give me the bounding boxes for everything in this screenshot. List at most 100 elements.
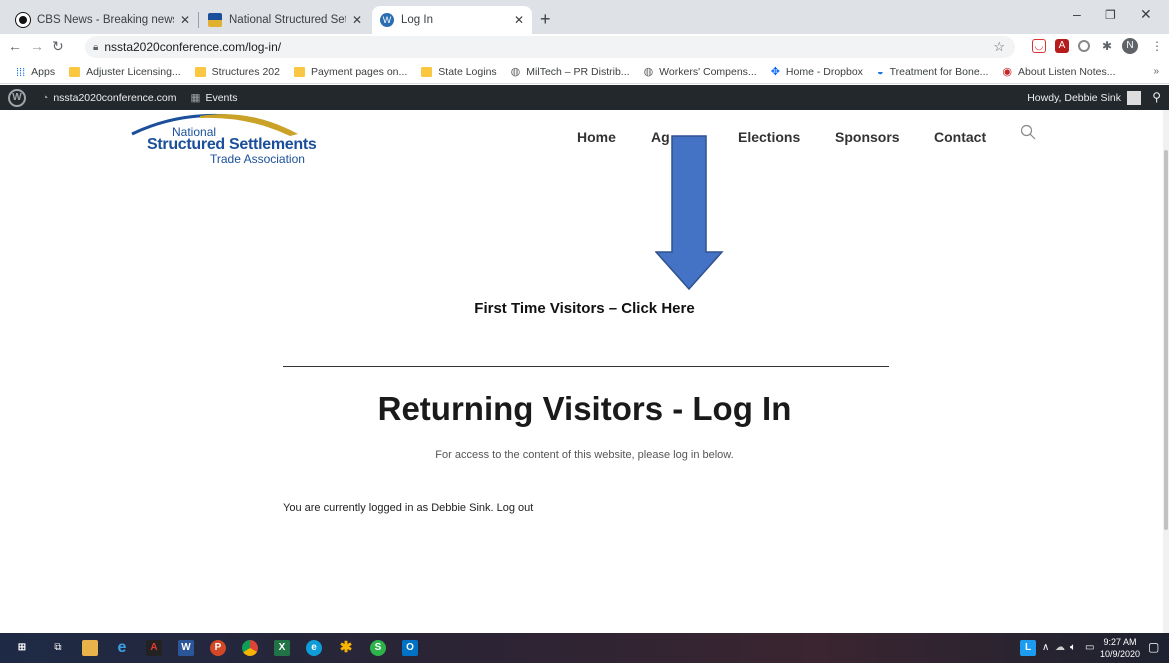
page-scrollbar[interactable] (1163, 110, 1169, 633)
calendar-icon: ▦ (190, 91, 201, 104)
nav-contact[interactable]: Contact (934, 129, 986, 145)
bookmark-label: About Listen Notes... (1018, 65, 1116, 78)
close-tab-icon[interactable]: ✕ (514, 13, 524, 27)
user-avatar (1127, 91, 1141, 105)
bookmark-state-logins[interactable]: State Logins (421, 66, 497, 78)
outlook-icon[interactable]: O (402, 640, 418, 656)
bookmarks-bar: ⁞⁞⁞ Apps Adjuster Licensing... Structures… (0, 60, 1169, 84)
search-magnifier-icon: ◉ (1002, 65, 1013, 78)
bookmark-label: Workers' Compens... (659, 65, 757, 78)
bookmark-label: Structures 202 (211, 65, 280, 78)
restore-icon[interactable]: ❐ (1105, 8, 1116, 22)
logout-link[interactable]: Log out (497, 502, 534, 514)
site-logo[interactable]: National Structured Settlements Trade As… (130, 112, 330, 172)
lock-icon: 🔒︎ (93, 41, 99, 53)
profile-avatar[interactable]: N (1122, 38, 1138, 54)
folder-icon (194, 66, 206, 77)
howdy-label: Howdy, Debbie Sink (1027, 92, 1121, 104)
clock-date: 10/9/2020 (1100, 649, 1141, 659)
windows-taskbar: ⊞ ⧉ e A W P X e ✱ S O L ∧ ☁ 🔈︎ ▭ 9:27 AM… (0, 633, 1169, 663)
internet-explorer-icon[interactable]: e (114, 640, 130, 656)
close-window-icon[interactable]: ✕ (1140, 6, 1152, 23)
admin-site-label: nssta2020conference.com (53, 91, 177, 104)
tab-cbs-news[interactable]: CBS News - Breaking news, 24/7 ✕ (8, 6, 198, 34)
logo-line-3: Trade Association (210, 152, 305, 166)
apps-grid-icon: ⁞⁞⁞ (16, 66, 26, 79)
tray-l-app-icon[interactable]: L (1020, 640, 1036, 656)
nav-search-icon[interactable] (1020, 124, 1036, 140)
chrome-icon[interactable] (242, 640, 258, 656)
bookmark-dropbox[interactable]: ✥ Home - Dropbox (771, 66, 863, 78)
close-tab-icon[interactable]: ✕ (180, 13, 190, 27)
windows-start-icon[interactable]: ⊞ (14, 640, 30, 656)
bookmark-listen-notes[interactable]: ◉ About Listen Notes... (1002, 66, 1115, 78)
tray-chevron-icon[interactable]: ∧ (1042, 642, 1049, 653)
globe-icon: ◍ (643, 65, 654, 78)
admin-events-link[interactable]: ▦ Events (191, 92, 238, 104)
folder-icon (69, 66, 81, 77)
logged-in-text: You are currently logged in as Debbie Si… (283, 502, 494, 514)
chrome-menu-icon[interactable]: ⋮ (1150, 39, 1164, 53)
first-time-visitors-link[interactable]: First Time Visitors – Click Here (0, 300, 1169, 317)
more-bookmarks-icon[interactable]: » (1153, 66, 1159, 77)
powerpoint-icon[interactable]: P (210, 640, 226, 656)
bookmark-apps[interactable]: ⁞⁞⁞ Apps (16, 65, 56, 79)
bookmark-structures-202[interactable]: Structures 202 (194, 65, 280, 78)
divider (283, 366, 889, 367)
bookmark-star-icon[interactable]: ☆ (993, 39, 1005, 55)
nav-elections[interactable]: Elections (738, 129, 800, 145)
excel-icon[interactable]: X (274, 640, 290, 656)
folder-icon (293, 66, 305, 77)
tab-log-in[interactable]: W Log In ✕ (372, 6, 532, 34)
address-bar[interactable]: 🔒︎ nssta2020conference.com/log-in/ ☆ (85, 36, 1015, 58)
bookmark-adjuster-licensing[interactable]: Adjuster Licensing... (69, 66, 181, 78)
acrobat-extension-icon[interactable]: A (1055, 39, 1069, 53)
globe-icon: ◍ (510, 65, 521, 78)
admin-site-link[interactable]: ◔ nssta2020conference.com (42, 92, 177, 104)
reload-icon[interactable]: ↻ (52, 38, 64, 55)
bookmark-label: MilTech – PR Distrib... (526, 65, 630, 78)
task-view-icon[interactable]: ⧉ (50, 640, 66, 656)
notifications-icon[interactable]: ▢ (1148, 640, 1159, 654)
nav-sponsors[interactable]: Sponsors (835, 129, 900, 145)
scrollbar-thumb[interactable] (1164, 150, 1168, 530)
nssta-favicon-icon (208, 13, 222, 27)
new-tab-icon[interactable]: + (540, 9, 551, 30)
bookmark-label: Home - Dropbox (785, 65, 863, 78)
tray-volume-icon[interactable]: 🔈︎ (1070, 642, 1076, 653)
logged-in-status: You are currently logged in as Debbie Si… (283, 502, 533, 514)
extensions-puzzle-icon[interactable]: ✱ (1100, 39, 1114, 53)
tab-nssta[interactable]: National Structured Settlements ✕ (200, 6, 370, 34)
money-app-icon[interactable]: S (370, 640, 386, 656)
admin-account-menu[interactable]: Howdy, Debbie Sink (1027, 91, 1141, 105)
bookmark-miltech[interactable]: ◍ MilTech – PR Distrib... (511, 66, 630, 78)
edge-icon[interactable]: e (306, 640, 322, 656)
back-icon[interactable]: ← (8, 38, 22, 54)
word-icon[interactable]: W (178, 640, 194, 656)
taskbar-clock[interactable]: 9:27 AM 10/9/2020 (1100, 636, 1140, 660)
tray-battery-icon[interactable]: ▭ (1085, 642, 1094, 653)
extension-circle-icon[interactable] (1078, 40, 1090, 52)
nav-home[interactable]: Home (577, 129, 616, 145)
bookmark-payment-pages[interactable]: Payment pages on... (293, 66, 407, 78)
close-tab-icon[interactable]: ✕ (352, 13, 362, 27)
wordpress-favicon-icon: W (380, 13, 394, 27)
bookmark-treatment[interactable]: ◒ Treatment for Bone... (877, 66, 988, 78)
wordpress-logo-icon[interactable]: W (8, 88, 26, 107)
admin-search-icon[interactable]: ⚲ (1152, 90, 1161, 104)
snowflake-app-icon[interactable]: ✱ (338, 640, 354, 656)
file-explorer-icon[interactable] (82, 640, 98, 656)
acrobat-icon[interactable]: A (146, 640, 162, 656)
bookmark-label: Apps (31, 65, 56, 78)
pocket-extension-icon[interactable]: ◡ (1032, 39, 1046, 53)
wp-admin-bar: W ◔ nssta2020conference.com ▦ Events Howdy… (0, 85, 1169, 110)
minimize-icon[interactable]: – (1073, 6, 1081, 22)
tab-separator (198, 12, 199, 28)
admin-events-label: Events (205, 91, 238, 104)
tab-strip: CBS News - Breaking news, 24/7 ✕ Nationa… (0, 0, 1169, 34)
folder-icon (421, 66, 433, 77)
tray-network-icon[interactable]: ☁ (1055, 642, 1065, 653)
bookmark-workers-compens[interactable]: ◍ Workers' Compens... (644, 66, 757, 78)
forward-icon[interactable]: → (30, 38, 44, 54)
browser-toolbar: ← → ↻ 🔒︎ nssta2020conference.com/log-in/… (0, 34, 1169, 60)
